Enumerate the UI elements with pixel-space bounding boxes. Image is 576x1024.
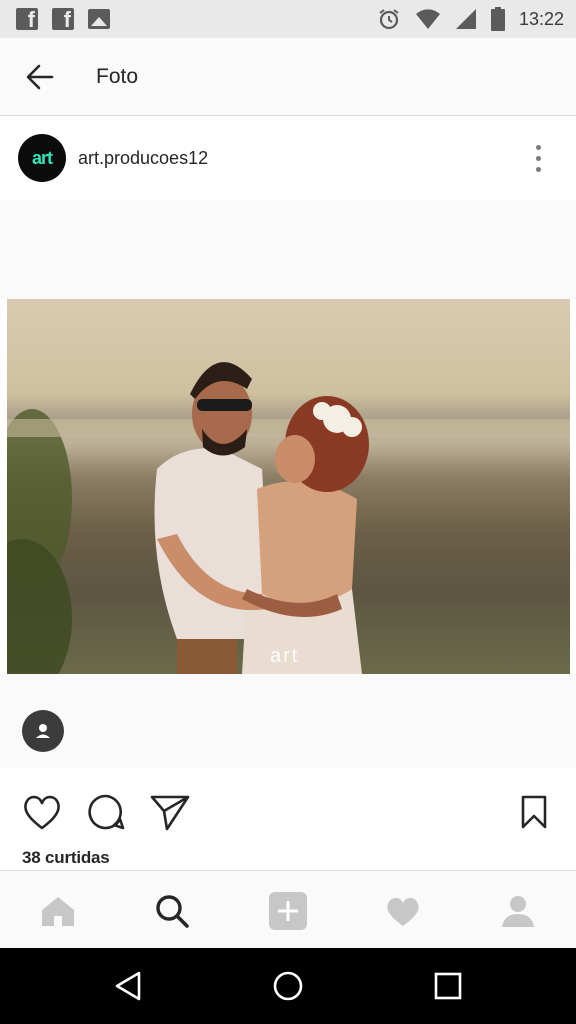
facebook-icon bbox=[52, 7, 74, 33]
profile-icon bbox=[502, 896, 534, 927]
image-icon bbox=[88, 9, 110, 29]
battery-icon bbox=[490, 7, 505, 31]
more-options-button[interactable] bbox=[518, 138, 558, 178]
search-icon bbox=[156, 895, 189, 928]
system-recents-button[interactable] bbox=[424, 964, 472, 1008]
facebook-icon bbox=[16, 7, 38, 33]
heart-icon bbox=[24, 795, 60, 830]
page-title: Foto bbox=[96, 64, 139, 88]
bottom-navigation bbox=[0, 870, 576, 948]
wifi-icon bbox=[415, 9, 440, 29]
dot bbox=[535, 155, 541, 161]
dot bbox=[535, 166, 541, 172]
photo-top-padding bbox=[0, 200, 576, 299]
add-icon bbox=[269, 892, 307, 930]
likes-count[interactable]: 38 curtidas bbox=[22, 848, 110, 868]
system-back-button[interactable] bbox=[104, 964, 152, 1008]
username-link[interactable]: art.producoes12 bbox=[78, 148, 208, 169]
nav-profile[interactable] bbox=[496, 889, 540, 933]
status-bar: 13:22 bbox=[0, 0, 576, 38]
photo-bottom-padding bbox=[0, 674, 576, 768]
post-photo[interactable]: art bbox=[7, 299, 570, 674]
arrow-left-icon bbox=[26, 64, 54, 89]
send-icon bbox=[150, 795, 190, 831]
share-button[interactable] bbox=[148, 790, 192, 834]
signal-icon bbox=[455, 9, 476, 29]
back-triangle-icon bbox=[115, 971, 141, 1001]
app-toolbar: Foto bbox=[0, 38, 576, 116]
couple-illustration bbox=[7, 362, 570, 674]
comment-button[interactable] bbox=[84, 790, 128, 834]
home-circle-icon bbox=[273, 971, 303, 1001]
save-button[interactable] bbox=[512, 790, 556, 834]
bookmark-icon bbox=[521, 795, 547, 829]
tagged-people-button[interactable] bbox=[22, 710, 64, 752]
home-icon bbox=[42, 897, 74, 926]
back-button[interactable] bbox=[0, 38, 80, 116]
dot bbox=[535, 144, 541, 150]
system-home-button[interactable] bbox=[264, 964, 312, 1008]
post-header: art art.producoes12 bbox=[0, 116, 576, 200]
alarm-icon bbox=[379, 9, 399, 30]
avatar-text: art bbox=[31, 147, 53, 168]
nav-add[interactable] bbox=[266, 889, 310, 933]
nav-activity[interactable] bbox=[381, 889, 425, 933]
system-navigation-bar bbox=[0, 948, 576, 1024]
person-icon bbox=[36, 724, 50, 738]
nav-home[interactable] bbox=[36, 889, 80, 933]
clock: 13:22 bbox=[518, 8, 564, 29]
photo-watermark: art bbox=[270, 645, 300, 667]
nav-search[interactable] bbox=[150, 889, 194, 933]
like-button[interactable] bbox=[20, 790, 64, 834]
heart-icon bbox=[387, 897, 419, 926]
avatar[interactable]: art bbox=[18, 134, 66, 182]
notification-icons bbox=[16, 7, 110, 33]
post-actions bbox=[0, 770, 576, 850]
recents-square-icon bbox=[434, 972, 462, 1000]
system-icons: 13:22 bbox=[377, 7, 564, 31]
comment-icon bbox=[88, 794, 125, 830]
